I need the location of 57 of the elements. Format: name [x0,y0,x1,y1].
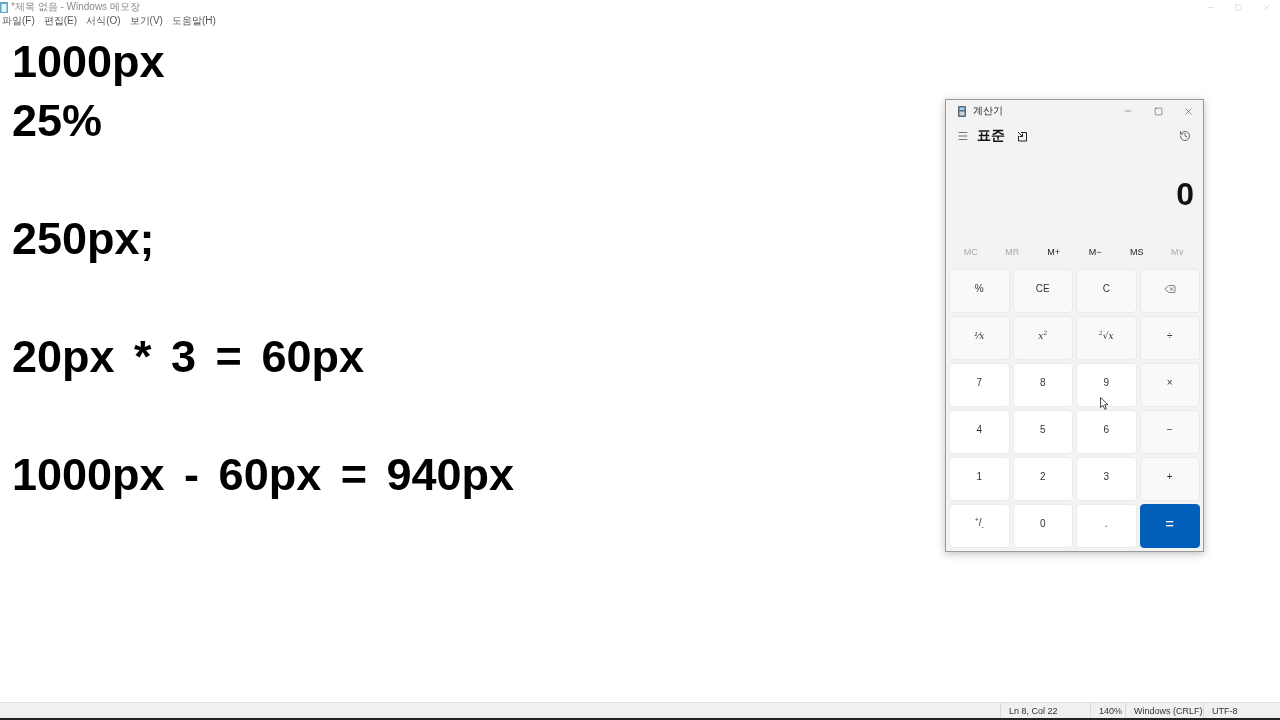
menu-icon [957,130,969,142]
display-value: 0 [1176,175,1194,213]
digit-button[interactable]: $^{+}$/$_{-}$ [949,504,1010,548]
function-button[interactable]: x$^{2}$ [1012,316,1073,360]
encoding: UTF-8 [1212,705,1238,716]
calculator-icon [958,105,966,117]
mouse-pointer-icon [1100,397,1109,410]
window-arrow-icon [1017,130,1028,142]
backspace-button[interactable] [1139,269,1200,313]
close-icon [1261,2,1271,12]
maximize-icon [1153,106,1163,116]
operator-button[interactable]: + [1139,457,1200,501]
function-button[interactable]: % [949,269,1010,313]
function-button[interactable]: C [1076,269,1137,313]
history-icon [1179,130,1191,142]
line-ending: Windows (CRLF) [1134,705,1203,716]
menu-item[interactable]: 보기(V) [129,14,163,28]
menu-item[interactable]: 서식(O) [86,14,121,28]
digit-button[interactable]: 7 [949,363,1010,407]
operator-button[interactable]: × [1139,363,1200,407]
close-icon [1182,105,1194,117]
operator-button[interactable]: − [1139,410,1200,454]
digit-button[interactable]: 5 [1012,410,1073,454]
restore-icon [1234,3,1242,11]
memory-button[interactable]: M+ [1044,245,1064,259]
cursor-position: Ln 8, Col 22 [1009,705,1058,716]
operator-button[interactable]: ÷ [1139,316,1200,360]
function-button[interactable]: ¹⁄x [949,316,1010,360]
backspace-icon [1163,282,1176,295]
menu-item[interactable]: 편집(E) [43,14,78,28]
function-button[interactable]: $^{2}$√x [1076,316,1137,360]
calculator-title: 계산기 [973,104,1003,118]
digit-button[interactable]: 9 [1076,363,1137,407]
digit-button[interactable]: 6 [1076,410,1137,454]
digit-button[interactable]: 3 [1076,457,1137,501]
function-button[interactable]: CE [1012,269,1073,313]
menu-item[interactable]: 도움말(H) [171,14,216,28]
digit-button[interactable]: . [1076,504,1137,548]
mode-title: 표준 [977,127,1005,145]
text-line: 25% [12,94,103,148]
digit-button[interactable]: 8 [1012,363,1073,407]
menu-item[interactable]: 파일(F) [2,14,35,28]
text-line: 250px; [12,212,155,266]
digit-button[interactable]: 1 [949,457,1010,501]
digit-button[interactable]: 0 [1012,504,1073,548]
text-line: 1000px [12,35,165,89]
window-title: *제목 없음 - Windows 메모장 [11,0,140,14]
text-line: 1000px - 60px = 940px [12,448,515,502]
equals-button[interactable]: = [1139,504,1200,548]
digit-button[interactable]: 2 [1012,457,1073,501]
zoom-level: 140% [1099,705,1123,716]
memory-button[interactable]: MS [1127,245,1147,259]
history-button[interactable] [1177,128,1193,144]
notepad-icon [0,1,8,13]
digit-button[interactable]: 4 [949,410,1010,454]
memory-button[interactable]: M− [1085,245,1105,259]
text-line: 20px * 3 = 60px [12,330,364,384]
